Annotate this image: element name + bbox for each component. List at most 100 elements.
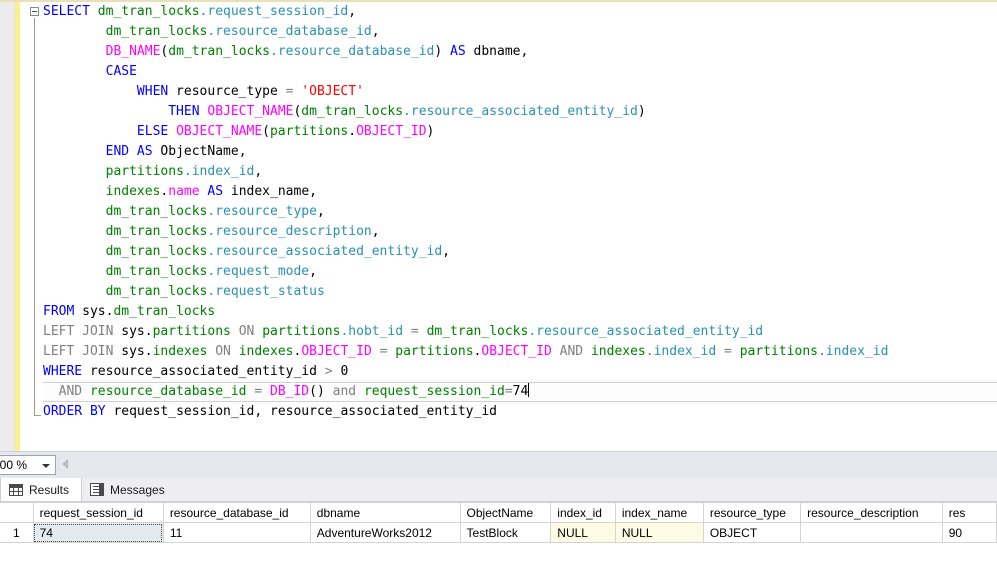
editor-status-strip: 100 % [0,451,997,478]
code-line[interactable]: partitions.index_id, [43,162,997,182]
code-line[interactable]: CASE [43,62,997,82]
column-header[interactable]: ObjectName [460,502,552,523]
results-grid[interactable]: request_session_id resource_database_id db… [0,502,997,585]
code-line[interactable]: ORDER BY request_session_id, resource_as… [43,402,997,422]
code-token: , [348,4,357,19]
grid-cell[interactable]: 90 [942,522,997,543]
grid-cell[interactable] [800,522,943,543]
code-line[interactable]: THEN OBJECT_NAME(dm_tran_locks.resource_… [43,102,997,122]
grid-cell[interactable]: NULL [615,522,704,543]
code-token: CASE [105,64,137,79]
code-token: .index_id [183,164,255,179]
code-line[interactable]: LEFT JOIN sys.partitions ON partitions.h… [43,322,997,342]
code-token: ( [262,124,270,139]
code-token: DB_ID [270,384,310,399]
code-text-area[interactable]: SELECT dm_tran_locks.request_session_id,… [43,2,997,451]
code-line[interactable]: WHEN resource_type = 'OBJECT' [43,82,997,102]
code-line[interactable]: LEFT JOIN sys.indexes ON indexes.OBJECT_… [43,342,997,362]
code-token: = [504,384,513,399]
code-token: = [254,384,263,399]
code-token: dm_tran_locks [105,264,208,279]
code-token: indexes [238,344,294,359]
grid-cell[interactable]: OBJECT [703,522,802,543]
column-header[interactable]: request_session_id [33,502,164,523]
grid-cell[interactable]: TestBlock [460,522,552,543]
code-line[interactable]: AND resource_database_id = DB_ID() and r… [43,382,997,402]
code-line[interactable]: dm_tran_locks.resource_description, [43,222,997,242]
grid-cell[interactable]: NULL [550,522,616,543]
code-line[interactable]: FROM sys.dm_tran_locks [43,302,997,322]
code-token: , [254,164,263,179]
code-token: .resource_associated_entity_id [403,104,638,119]
column-header[interactable]: resource_description [800,502,943,523]
column-header[interactable]: index_name [615,502,704,523]
tab-results[interactable]: Results [0,478,82,501]
code-token: partitions [262,324,341,339]
code-token: dm_tran_locks [426,324,529,339]
column-header[interactable]: resource_database_id [163,502,311,523]
code-token: .hobt_id [340,324,404,339]
code-token: .resource_associated_entity_id [207,244,443,259]
grid-corner-header[interactable] [0,502,34,523]
code-line[interactable]: dm_tran_locks.resource_type, [43,202,997,222]
column-header[interactable]: res [942,502,997,523]
collapse-outlining-toggle-icon[interactable] [30,7,39,16]
grid-cell[interactable]: 74 [33,522,164,543]
code-line[interactable]: indexes.name AS index_name, [43,182,997,202]
code-line[interactable]: dm_tran_locks.resource_database_id, [43,22,997,42]
code-token: AS [450,44,466,59]
row-number-header[interactable]: 1 [0,522,34,543]
code-line[interactable]: DB_NAME(dm_tran_locks.resource_database_… [43,42,997,62]
code-line[interactable]: ELSE OBJECT_NAME(partitions.OBJECT_ID) [43,122,997,142]
column-header[interactable]: index_id [550,502,616,523]
sql-query-editor[interactable]: SELECT dm_tran_locks.request_session_id,… [0,2,997,451]
code-token: .request_session_id [199,4,349,19]
code-line[interactable]: dm_tran_locks.resource_associated_entity… [43,242,997,262]
code-token: dm_tran_locks [105,224,208,239]
code-token: , [442,244,451,259]
code-token: ObjectName [152,144,239,159]
column-header[interactable]: resource_type [703,502,802,523]
code-line[interactable]: dm_tran_locks.request_status [43,282,997,302]
code-token: , [309,264,317,279]
code-token: .request_status [207,284,325,299]
code-token: and [324,384,357,399]
code-token: partitions [269,124,349,139]
horizontal-scroll-left-arrow-icon[interactable] [62,459,68,469]
code-token: ORDER BY [43,404,106,419]
code-token: ) [637,104,646,119]
code-token: , [309,184,317,199]
code-token: .index_id [645,344,717,359]
results-table-head: request_session_id resource_database_id db… [0,502,997,523]
grid-cell[interactable]: 11 [163,522,311,543]
code-token: . [348,124,357,139]
code-token: DB_NAME [105,44,161,59]
grid-cell[interactable]: AdventureWorks2012 [310,522,461,543]
code-line[interactable]: WHERE resource_associated_entity_id > 0 [43,362,997,382]
zoom-level-dropdown[interactable]: 100 % [0,455,56,475]
grid-icon [9,483,23,496]
code-token: sys. [113,324,153,339]
table-row[interactable]: 1 74 11 AdventureWorks2012 TestBlock NULL NULL… [0,522,997,543]
results-table-body: 1 74 11 AdventureWorks2012 TestBlock NULL NULL… [0,522,997,543]
code-token: dbname [465,44,521,59]
code-token: () [309,384,325,399]
code-line[interactable]: dm_tran_locks.request_mode, [43,262,997,282]
code-line[interactable]: END AS ObjectName, [43,142,997,162]
tab-messages[interactable]: Messages [82,478,190,501]
code-token: dm_tran_locks [105,204,208,219]
column-header[interactable]: dbname [310,502,461,523]
code-line[interactable]: SELECT dm_tran_locks.request_session_id, [43,2,997,22]
